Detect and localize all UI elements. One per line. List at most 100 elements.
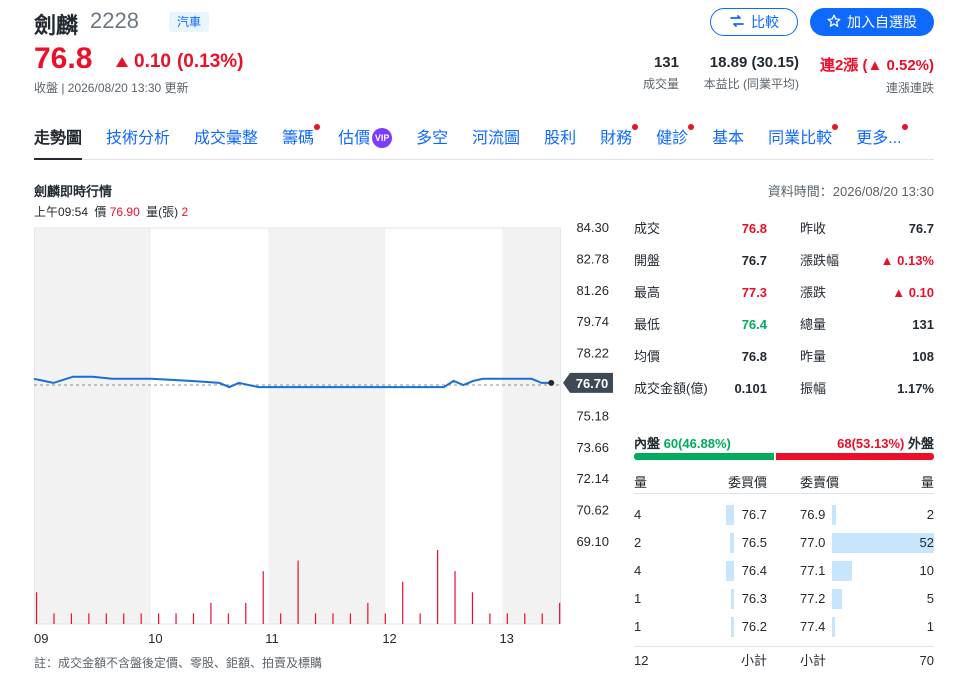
volume-bar [332, 613, 334, 624]
ask-qty: 52 [919, 535, 934, 550]
new-dot-icon [314, 124, 321, 130]
quote-value: 76.8 [741, 349, 767, 364]
tab-9[interactable]: 健診 [656, 124, 695, 160]
volume-bar [454, 571, 456, 624]
tab-2[interactable]: 成交彙整 [194, 128, 258, 160]
current-price: 76.8 [34, 42, 93, 75]
volume-bar [158, 613, 160, 624]
quote-value: 76.4 [741, 317, 767, 332]
quote-label: 昨收 [800, 221, 827, 236]
x-tick-label: 09 [34, 631, 48, 646]
volume-bar [419, 613, 421, 624]
volume-bar [123, 613, 125, 624]
divider [634, 493, 934, 494]
tab-5[interactable]: 多空 [416, 128, 448, 160]
volume-bar [192, 613, 195, 624]
y-tick-label: 78.22 [576, 346, 609, 361]
volume-bar [314, 613, 317, 624]
bid-price: 76.7 [741, 507, 767, 522]
quote-value: 0.101 [734, 381, 767, 396]
tab-11[interactable]: 同業比較 [768, 124, 839, 160]
tab-label: 股利 [544, 130, 577, 147]
data-time: 資料時間：2026/08/20 13:30 [767, 184, 934, 199]
inner-volume-bar [634, 453, 774, 460]
quote-value: 77.3 [741, 285, 767, 300]
volume-bar [436, 550, 439, 624]
quote-label: 漲跌 [800, 285, 827, 300]
stat-value: 131 [653, 54, 679, 71]
ask-qty: 2 [926, 507, 934, 522]
stat-value: 連2漲 (▲ 0.52%) [819, 57, 934, 74]
change-value: 0.10 [134, 51, 171, 72]
close-info: 收盤 | 2026/08/20 13:30 更新 [34, 81, 189, 95]
bid-qty: 2 [634, 535, 642, 550]
tick-price-label: 價 [94, 205, 107, 219]
volume-bar [559, 602, 561, 624]
ask-total: 70 [919, 653, 934, 668]
stat-streak: 連2漲 (▲ 0.52%) 連漲連跌 [820, 54, 934, 96]
tab-3[interactable]: 籌碼 [282, 124, 321, 160]
hour-band [385, 228, 503, 624]
ask-depth-bar [832, 561, 852, 581]
divider [634, 646, 934, 647]
ask-price: 77.4 [800, 619, 826, 634]
volume-bar [384, 613, 386, 624]
inner-volume: 內盤 60(46.88%) [634, 433, 731, 452]
tab-label: 同業比較 [768, 130, 833, 147]
y-tick-label: 79.74 [576, 314, 609, 329]
x-tick-label: 13 [499, 631, 513, 646]
y-tick-label: 84.30 [576, 220, 609, 235]
y-tick-label: 72.14 [576, 471, 609, 486]
tab-label: 健診 [656, 130, 689, 147]
tab-label: 成交彙整 [194, 130, 259, 147]
sector-badge[interactable]: 汽車 [169, 12, 210, 32]
volume-bar [140, 613, 142, 624]
compare-icon [729, 14, 745, 31]
quote-value: 76.7 [741, 253, 767, 268]
ask-price-header: 委賣價 [800, 475, 840, 490]
bid-price-header: 委買價 [727, 475, 767, 490]
tick-volume: 2 [181, 205, 189, 219]
volume-bar [471, 592, 474, 624]
volume-bar [524, 613, 526, 624]
tab-bar: 走勢圖 技術分析 成交彙整 籌碼 估價 VIP 多空 河流圖 股利 財務 健診 基本 同業比較 更多... [34, 124, 934, 160]
tab-label: 技術分析 [106, 130, 171, 147]
intraday-chart[interactable]: 84.30 82.78 81.26 79.74 78.22 75.18 73.66 72.14… [34, 220, 619, 652]
up-arrow-icon [116, 51, 128, 73]
stat-label: 連漲連跌 [885, 81, 934, 95]
stock-code: 2228 [90, 8, 139, 33]
inner-label: 內盤 [634, 436, 661, 451]
tick-price: 76.90 [109, 205, 140, 219]
ask-depth-bar [832, 617, 835, 637]
quote-value: ▲ 0.10 [892, 285, 934, 300]
tab-1[interactable]: 技術分析 [106, 128, 170, 160]
add-watchlist-button[interactable]: 加入自選股 [810, 8, 934, 36]
ask-qty: 1 [926, 619, 934, 634]
volume-bar [541, 613, 543, 624]
quote-value: 1.17% [897, 381, 934, 396]
bid-qty-header: 量 [634, 475, 648, 490]
volume-bar [280, 613, 282, 624]
tab-12[interactable]: 更多... [856, 124, 908, 160]
tab-0[interactable]: 走勢圖 [34, 128, 83, 160]
outer-volume-bar [776, 453, 934, 460]
tab-7[interactable]: 股利 [544, 128, 576, 160]
volume-bar [35, 592, 38, 624]
tab-8[interactable]: 財務 [600, 124, 639, 160]
volume-bar [70, 613, 73, 624]
volume-bar [367, 602, 369, 624]
tab-6[interactable]: 河流圖 [472, 128, 520, 160]
tab-label: 財務 [600, 130, 633, 147]
volume-bar [297, 560, 299, 624]
y-tick-label: 81.26 [576, 283, 609, 298]
volume-bar [88, 613, 90, 624]
hour-band [34, 228, 152, 624]
compare-button[interactable]: 比較 [710, 8, 798, 36]
ask-price: 77.1 [800, 563, 826, 578]
new-dot-icon [688, 124, 695, 130]
tab-label: 籌碼 [282, 130, 315, 147]
tab-label: 多空 [416, 130, 449, 147]
tab-4[interactable]: 估價 VIP [338, 128, 393, 160]
tab-10[interactable]: 基本 [712, 128, 744, 160]
ask-depth-bar [832, 589, 842, 609]
